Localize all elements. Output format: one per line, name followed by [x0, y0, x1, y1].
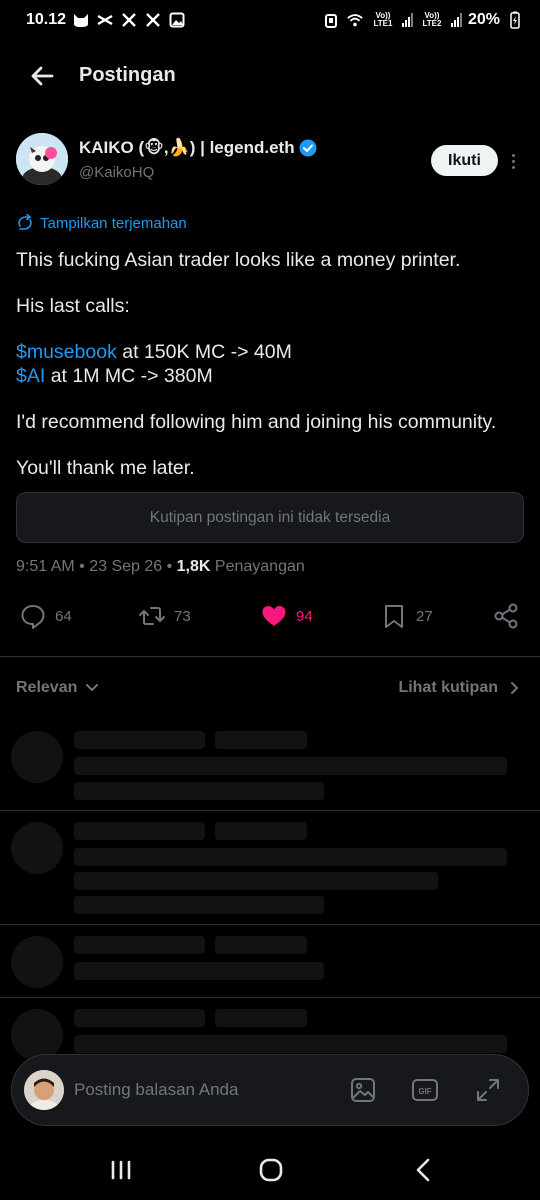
divider — [0, 924, 540, 925]
like-button[interactable]: 94 — [260, 602, 313, 630]
signal-icon-2 — [450, 13, 462, 27]
quote-unavailable-box: Kutipan postingan ini tidak tersedia — [16, 492, 524, 543]
chevron-down-icon — [86, 684, 99, 692]
translate-icon — [18, 214, 32, 230]
network-label-1: Vo)) LTE1 — [373, 11, 393, 28]
network-label-2: Vo)) LTE2 — [422, 11, 442, 28]
reply-placeholder-line — [74, 782, 324, 800]
repost-icon — [139, 607, 165, 625]
author-name[interactable]: KAIKO (🐵,🍌) | legend.eth — [79, 138, 317, 158]
x-app-icon-2 — [144, 11, 162, 29]
system-nav-bar — [0, 1140, 540, 1200]
share-button[interactable] — [492, 602, 520, 630]
more-options-icon[interactable] — [505, 149, 521, 173]
svg-text:GIF: GIF — [418, 1087, 431, 1096]
tweet-date: 23 Sep 26 — [89, 558, 163, 575]
author-avatar[interactable] — [16, 133, 68, 185]
author-handle[interactable]: @KaikoHQ — [79, 164, 154, 181]
reply-count: 64 — [55, 607, 72, 625]
divider — [0, 997, 540, 998]
reply-placeholder-line — [74, 757, 507, 775]
x-app-icon — [120, 11, 138, 29]
reply-placeholder-line — [215, 822, 307, 840]
status-time: 10.12 — [26, 11, 67, 28]
tweet-meta: 9:51 AM • 23 Sep 26 • 1,8K Penayangan — [16, 558, 305, 575]
heart-filled-icon — [262, 606, 286, 626]
divider — [0, 656, 540, 657]
reply-placeholder-line — [74, 848, 507, 866]
user-avatar — [24, 1070, 64, 1110]
tweet-line: I'd recommend following him and joining … — [16, 411, 497, 433]
reply-placeholder-line — [74, 822, 205, 840]
cashtag-link[interactable]: $musebook — [16, 341, 117, 363]
reply-placeholder-line — [74, 872, 438, 890]
back-arrow-icon[interactable] — [28, 62, 56, 90]
tweet-call-text: at 1M MC -> 380M — [45, 365, 213, 387]
reply-placeholder-avatar — [11, 936, 63, 988]
divider — [0, 810, 540, 811]
alarm-icon — [322, 11, 340, 29]
wifi-icon — [346, 11, 364, 29]
tweet-text: This fucking Asian trader looks like a m… — [16, 248, 526, 502]
follow-button[interactable]: Ikuti — [431, 145, 498, 176]
battery-icon — [506, 11, 524, 29]
status-bar: 10.12 Vo)) LTE1 Vo)) LTE2 20% — [0, 0, 540, 40]
reply-placeholder-line — [74, 1009, 205, 1027]
gif-icon[interactable]: GIF — [411, 1076, 439, 1104]
reply-placeholder-line — [74, 896, 324, 914]
back-nav-icon[interactable] — [408, 1156, 438, 1184]
tweet-time: 9:51 AM — [16, 558, 75, 575]
verified-badge-icon — [299, 139, 317, 157]
share-icon — [494, 603, 518, 629]
battery-percent: 20% — [467, 11, 500, 28]
capcut-icon — [96, 11, 114, 29]
like-count: 94 — [296, 607, 313, 625]
gallery-icon — [168, 11, 186, 29]
translate-link[interactable]: Tampilkan terjemahan — [16, 214, 187, 232]
recent-apps-icon[interactable] — [106, 1156, 136, 1184]
sort-relevance-dropdown[interactable]: Relevan — [16, 679, 99, 697]
reply-icon — [21, 605, 45, 629]
reply-placeholder-line — [215, 1009, 307, 1027]
reply-button[interactable]: 64 — [19, 602, 72, 630]
cashtag-link[interactable]: $AI — [16, 365, 45, 387]
view-count[interactable]: 1,8K — [177, 558, 211, 575]
home-icon[interactable] — [256, 1156, 286, 1184]
view-label: Penayangan — [214, 558, 305, 575]
reply-placeholder-line — [74, 1035, 507, 1053]
tweet-call-text: at 150K MC -> 40M — [116, 341, 292, 363]
bookmark-icon — [385, 605, 403, 628]
author-display-name[interactable]: KAIKO (🐵,🍌) | legend.eth — [79, 138, 295, 158]
reply-input[interactable]: Posting balasan Anda — [74, 1080, 238, 1100]
expand-icon[interactable] — [474, 1076, 502, 1104]
reply-placeholder-line — [74, 962, 324, 980]
reply-placeholder-line — [74, 936, 205, 954]
reply-composer[interactable]: Posting balasan Anda GIF — [11, 1054, 529, 1126]
tweet-line: You'll thank me later. — [16, 457, 195, 479]
repost-button[interactable]: 73 — [138, 602, 191, 630]
action-bar: 64 73 94 27 — [0, 602, 540, 638]
view-quotes-link[interactable]: Lihat kutipan — [398, 679, 520, 697]
reply-placeholder-avatar — [11, 731, 63, 783]
view-quotes-label[interactable]: Lihat kutipan — [398, 679, 498, 697]
tweet-line: His last calls: — [16, 295, 130, 317]
tweet-line: This fucking Asian trader looks like a m… — [16, 249, 461, 271]
bookmark-count: 27 — [416, 607, 433, 625]
chevron-right-icon — [511, 682, 519, 694]
cat-app-icon — [72, 11, 90, 29]
repost-count: 73 — [174, 607, 191, 625]
tweet-calls: $musebook at 150K MC -> 40M $AI at 1M MC… — [16, 340, 526, 388]
top-header: Postingan — [0, 50, 540, 102]
reply-placeholder-line — [74, 731, 205, 749]
signal-icon-1 — [401, 13, 413, 27]
reply-placeholder-line — [215, 731, 307, 749]
bookmark-button[interactable]: 27 — [380, 602, 433, 630]
translate-label[interactable]: Tampilkan terjemahan — [40, 215, 187, 232]
reply-placeholder-avatar — [11, 822, 63, 874]
reply-placeholder-line — [215, 936, 307, 954]
page-title: Postingan — [79, 64, 176, 86]
image-upload-icon[interactable] — [349, 1076, 377, 1104]
sort-label[interactable]: Relevan — [16, 679, 77, 697]
